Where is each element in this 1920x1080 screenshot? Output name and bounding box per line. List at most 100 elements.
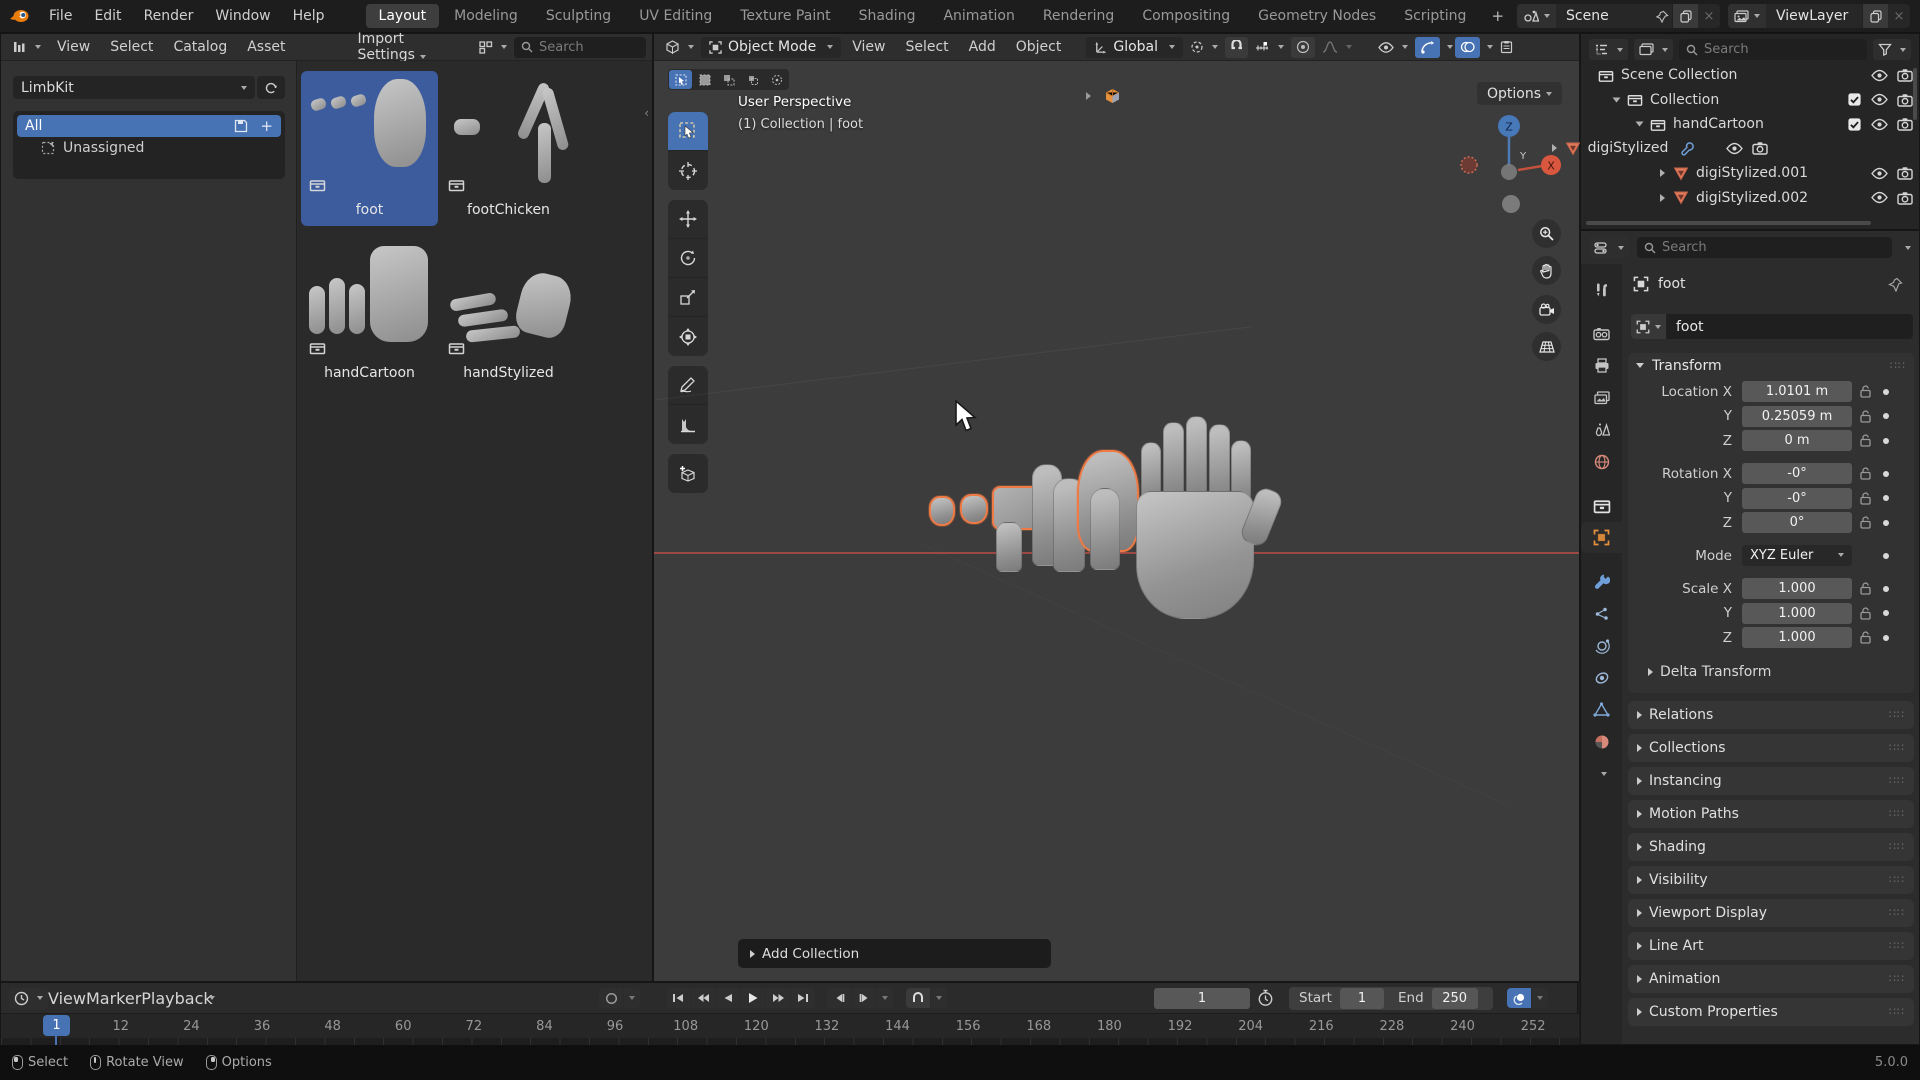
workspace-tab[interactable]: Animation <box>930 4 1027 28</box>
display-mode-icon[interactable] <box>474 37 512 58</box>
outliner-row[interactable]: handCartoon <box>1581 112 1919 137</box>
workspace-tab[interactable]: Geometry Nodes <box>1245 4 1389 28</box>
asset-card[interactable]: foot <box>301 71 438 226</box>
transform-value-field[interactable]: 0° <box>1742 512 1852 533</box>
proportional-editing-icon[interactable] <box>1291 37 1315 58</box>
animate-dot-icon[interactable] <box>1883 471 1889 477</box>
transform-value-field[interactable]: 1.000 <box>1742 603 1852 624</box>
viewlayer-name[interactable]: ViewLayer <box>1766 8 1862 24</box>
end-frame-field[interactable]: 250 <box>1432 988 1478 1009</box>
pin-icon[interactable] <box>1652 10 1672 23</box>
asset-card[interactable]: handCartoon <box>301 234 438 389</box>
properties-section[interactable]: Viewport Display ∷∷ <box>1628 899 1914 927</box>
ortho-grid-icon[interactable] <box>1532 332 1561 361</box>
snap-magnet-icon[interactable] <box>1225 37 1248 58</box>
add-primitive-tool-icon[interactable] <box>668 454 708 493</box>
expand-chevron-icon[interactable] <box>1660 169 1665 177</box>
expand-chevron-icon[interactable] <box>1613 97 1621 102</box>
outliner-row[interactable]: digiStylized.001 <box>1581 161 1919 186</box>
viewlayer-icon[interactable] <box>1728 4 1766 28</box>
cursor-tool-icon[interactable] <box>668 151 708 190</box>
topbar-menu[interactable]: Help <box>282 0 336 32</box>
new-viewlayer-icon[interactable] <box>1862 4 1888 28</box>
outliner-row[interactable]: digiStylized.002 <box>1581 186 1919 211</box>
lock-icon[interactable] <box>1860 631 1871 644</box>
catalog-item-all[interactable]: All + <box>17 115 281 137</box>
outliner-display-mode-icon[interactable] <box>1589 39 1628 60</box>
playback-sync-icon[interactable] <box>1507 988 1531 1008</box>
animate-dot-icon[interactable] <box>1883 413 1889 419</box>
asset-library-dropdown[interactable]: LimbKit <box>13 76 255 99</box>
unlink-scene-icon[interactable]: × <box>1698 9 1720 24</box>
tool-icon[interactable] <box>1581 274 1622 305</box>
breadcrumb[interactable]: foot <box>1658 276 1686 292</box>
delta-transform-header[interactable]: Delta Transform <box>1648 661 1914 683</box>
play-icon[interactable] <box>741 988 765 1008</box>
animate-dot-icon[interactable] <box>1883 495 1889 501</box>
hide-in-viewport-eye-icon[interactable] <box>1871 93 1888 106</box>
outliner-search-input[interactable] <box>1704 42 1804 57</box>
tweak-select-icon[interactable] <box>669 70 692 89</box>
horizontal-scrollbar[interactable] <box>1586 221 1871 225</box>
exclude-checkbox[interactable] <box>1847 92 1862 107</box>
transform-value-field[interactable]: 1.000 <box>1742 578 1852 599</box>
lock-icon[interactable] <box>1860 607 1871 620</box>
workspace-tab[interactable]: Layout <box>366 4 440 28</box>
timeline-editor-type-icon[interactable] <box>9 988 48 1009</box>
viewport-menu[interactable]: Add <box>960 39 1005 55</box>
viewport-menu[interactable]: Select <box>896 39 957 55</box>
mesh-toe-1[interactable] <box>929 496 955 526</box>
disable-in-render-camera-icon[interactable] <box>1752 141 1768 155</box>
timeline-menu[interactable]: Marker <box>86 989 141 1008</box>
lock-icon[interactable] <box>1860 410 1871 423</box>
region-collapse-icon[interactable]: ‹ <box>644 106 649 120</box>
animate-dot-icon[interactable] <box>1883 586 1889 592</box>
workspace-tab[interactable]: Rendering <box>1030 4 1128 28</box>
rotate-tool-icon[interactable] <box>668 239 708 278</box>
gizmos-toggle-icon[interactable] <box>1415 37 1440 58</box>
breadcrumb-expand-icon[interactable] <box>1086 92 1091 100</box>
stopwatch-icon[interactable] <box>1257 989 1274 1007</box>
object-id-icon[interactable] <box>1631 314 1667 339</box>
paint-select-icon[interactable] <box>765 70 788 89</box>
expand-chevron-icon[interactable] <box>1552 144 1557 152</box>
visibility-dropdown[interactable] <box>1373 37 1413 58</box>
add-catalog-icon[interactable]: + <box>260 117 273 135</box>
hide-in-viewport-eye-icon[interactable] <box>1871 167 1888 180</box>
disable-in-render-camera-icon[interactable] <box>1897 191 1913 205</box>
asset-menu[interactable]: Select <box>101 39 162 55</box>
properties-options-dropdown[interactable] <box>1905 246 1911 250</box>
editor-type-viewport-icon[interactable] <box>660 37 699 58</box>
view-layer-icon[interactable] <box>1581 382 1622 413</box>
snap-settings-dropdown[interactable] <box>1250 37 1289 58</box>
output-icon[interactable] <box>1581 350 1622 381</box>
modifiers-icon[interactable] <box>1581 566 1622 597</box>
topbar-menu[interactable]: File <box>38 0 83 32</box>
asset-menu[interactable]: Catalog <box>164 39 236 55</box>
mesh-finger-4[interactable] <box>1090 488 1120 570</box>
mesh-toe-2[interactable] <box>960 494 988 524</box>
animate-dot-icon[interactable] <box>1883 610 1889 616</box>
mode-dropdown[interactable]: Object Mode <box>701 37 841 58</box>
transform-value-field[interactable]: 0 m <box>1742 430 1852 451</box>
start-frame-field[interactable]: 1 <box>1340 988 1384 1009</box>
annotate-tool-icon[interactable] <box>668 366 708 405</box>
play-reverse-icon[interactable] <box>716 988 740 1008</box>
properties-section[interactable]: Relations ∷∷ <box>1628 701 1914 729</box>
mesh-finger-1[interactable] <box>996 522 1022 572</box>
current-frame-marker[interactable]: 1 <box>43 1015 70 1036</box>
animate-dot-icon[interactable] <box>1883 553 1889 559</box>
collection-icon[interactable] <box>1581 490 1622 521</box>
transform-value-field[interactable]: 1.0101 m <box>1742 381 1852 402</box>
animate-dot-icon[interactable] <box>1883 635 1889 641</box>
playback-dropdown[interactable] <box>209 996 215 1000</box>
gizmos-dropdown[interactable] <box>1447 45 1453 49</box>
asset-menu[interactable]: View <box>48 39 99 55</box>
transform-tool-icon[interactable] <box>668 317 708 356</box>
falloff-dropdown[interactable] <box>1317 37 1357 58</box>
add-workspace-button[interactable]: + <box>1481 7 1514 25</box>
outliner-row[interactable]: Scene Collection <box>1581 63 1919 88</box>
select-box-tool-icon[interactable] <box>668 112 708 151</box>
transform-value-field[interactable]: XYZ Euler <box>1742 545 1852 566</box>
hide-in-viewport-eye-icon[interactable] <box>1871 191 1888 204</box>
